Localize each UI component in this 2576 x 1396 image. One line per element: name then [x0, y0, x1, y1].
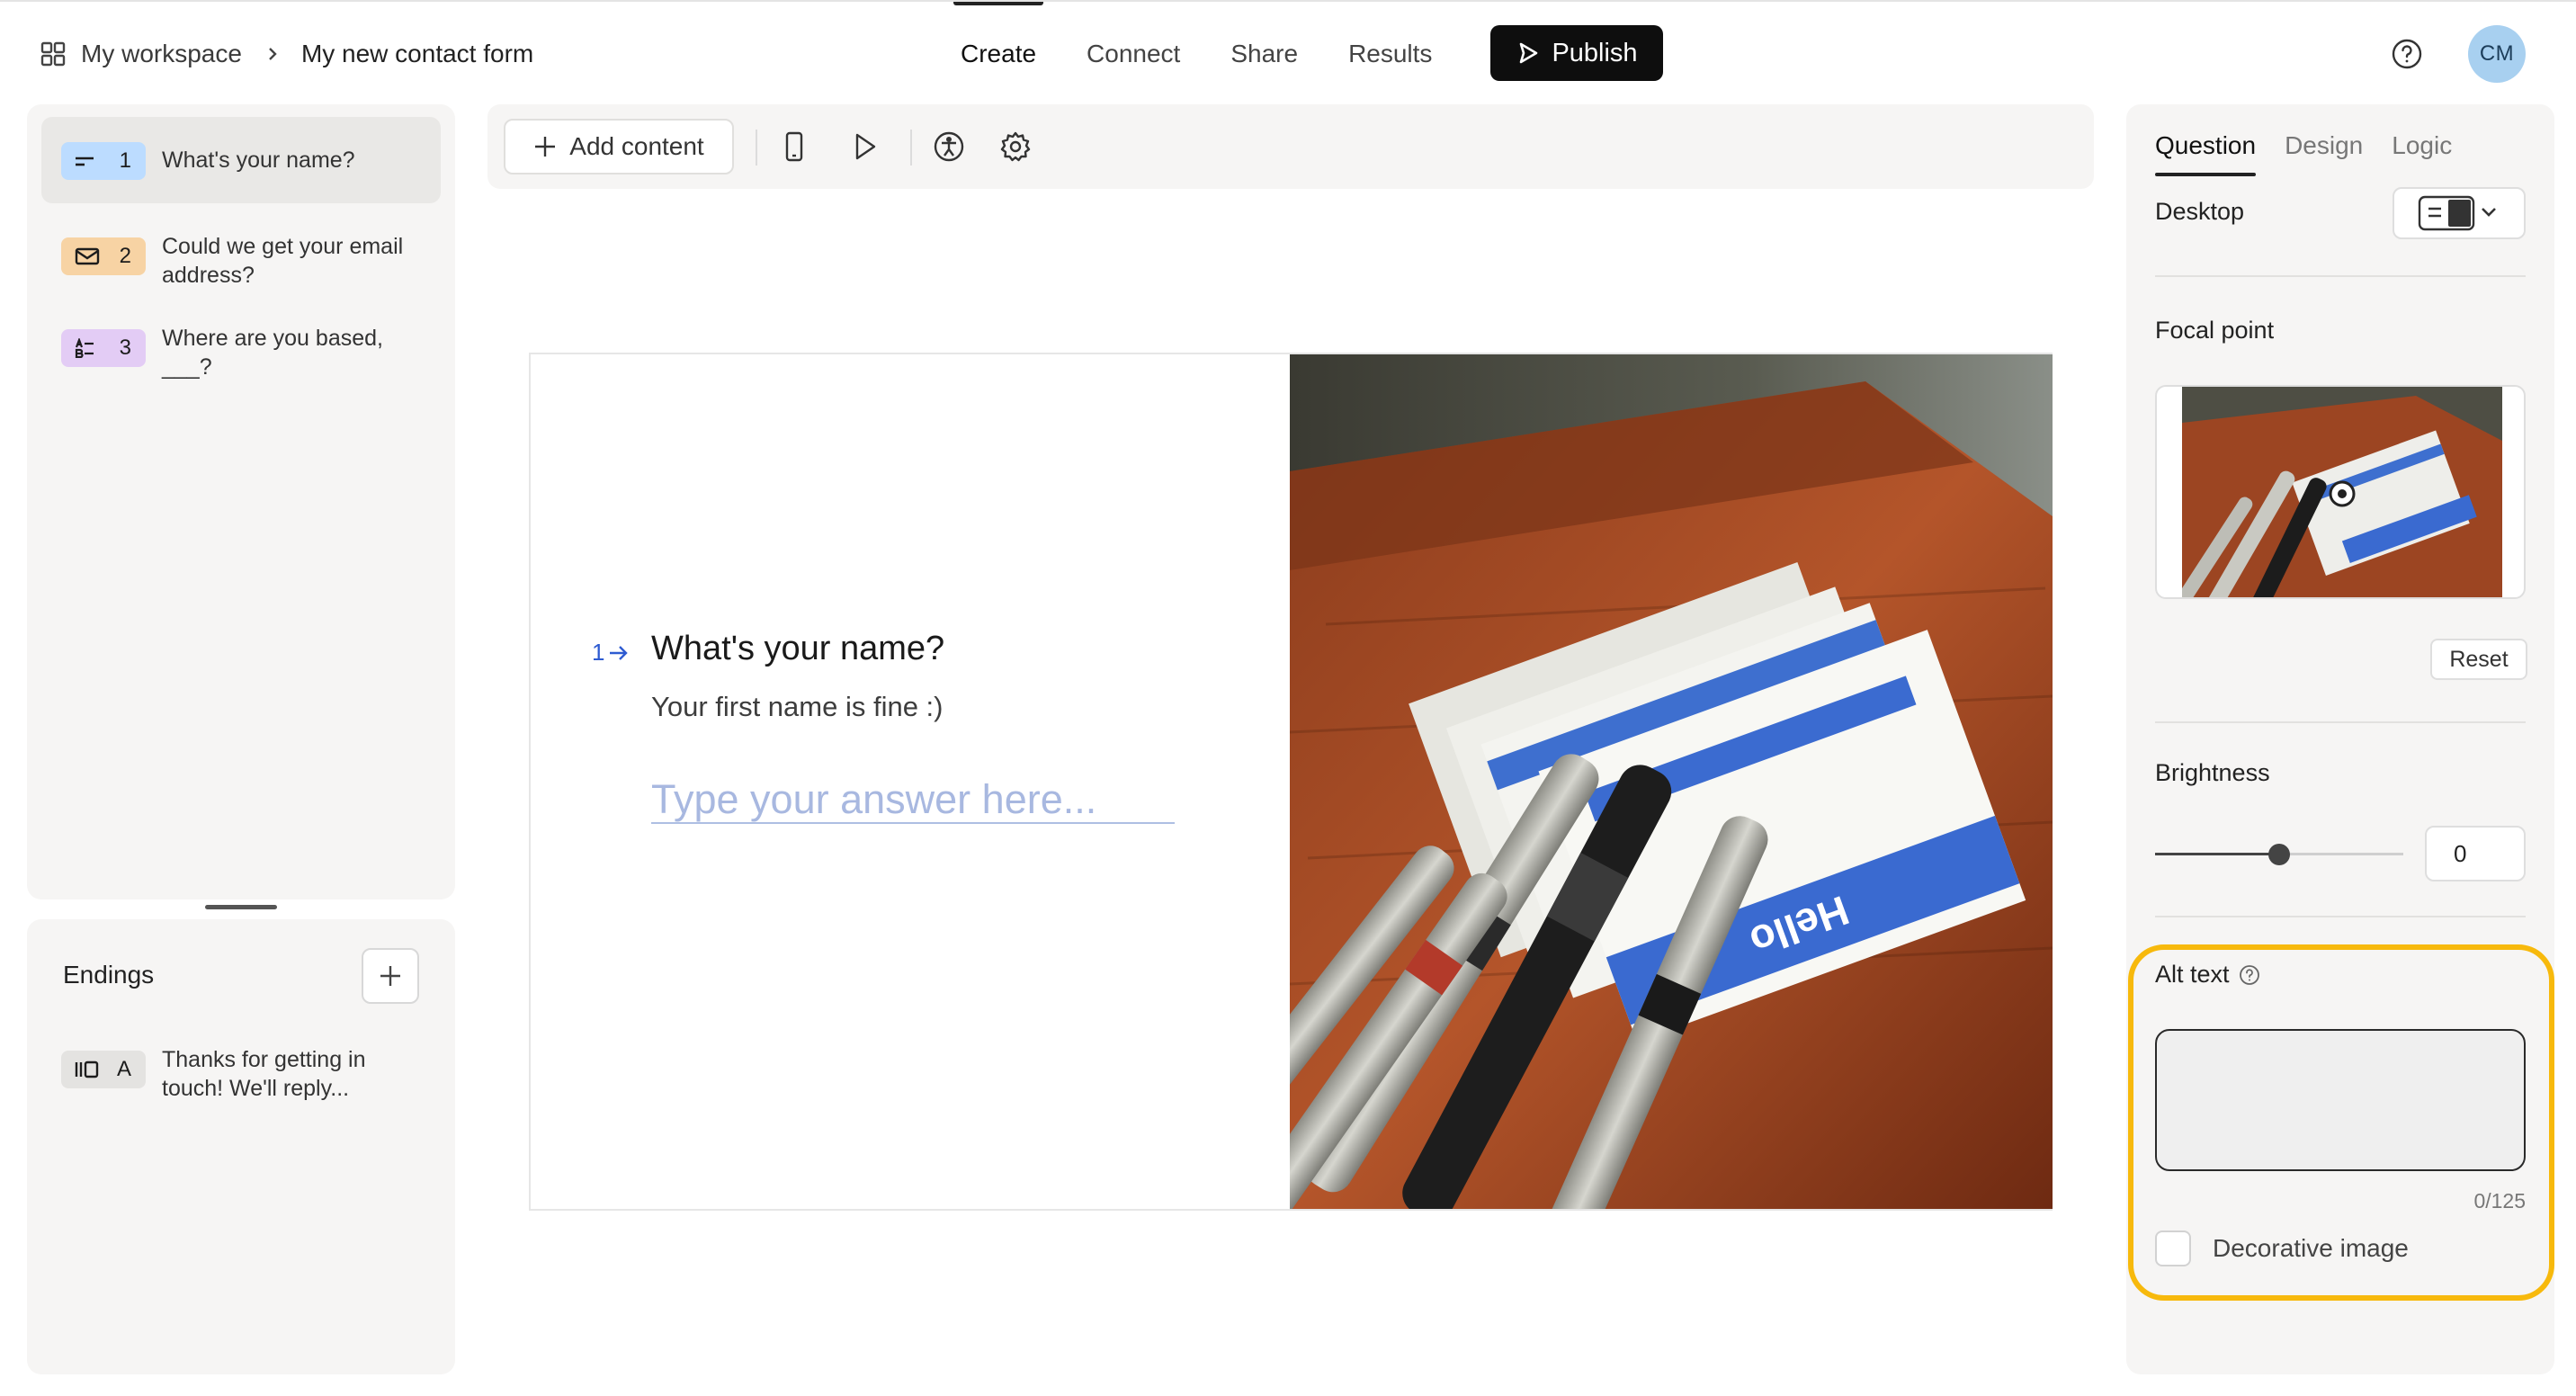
publish-label: Publish [1552, 38, 1638, 67]
mobile-preview-icon[interactable] [777, 130, 811, 164]
chevron-down-icon [2482, 208, 2496, 217]
tab-logic[interactable]: Logic [2392, 131, 2452, 176]
alt-text-input[interactable] [2155, 1029, 2526, 1171]
ending-item-a[interactable]: A Thanks for getting in touch! We'll rep… [41, 1038, 441, 1110]
play-preview-icon[interactable] [847, 130, 881, 164]
decorative-image-row[interactable]: Decorative image [2155, 1230, 2409, 1266]
endings-panel: Endings A Thanks for getting in touch! W… [27, 919, 455, 1374]
question-badge: 2 [61, 237, 146, 275]
tab-design[interactable]: Design [2285, 131, 2363, 176]
toolbar-divider [756, 130, 757, 166]
question-description[interactable]: Your first name is fine :) [651, 691, 944, 723]
tab-share[interactable]: Share [1230, 2, 1298, 106]
short-text-icon [76, 157, 94, 166]
brightness-input[interactable]: 0 [2425, 826, 2526, 881]
tab-results[interactable]: Results [1348, 2, 1432, 106]
tab-connect[interactable]: Connect [1087, 2, 1180, 106]
breadcrumb: My workspace My new contact form [40, 36, 533, 72]
section-divider [2155, 916, 2526, 917]
grid-icon[interactable] [40, 40, 67, 67]
layout-split-icon [2418, 195, 2496, 231]
breadcrumb-workspace-link[interactable]: My workspace [81, 40, 242, 68]
panel-resize-handle[interactable] [205, 905, 277, 909]
section-divider [2155, 275, 2526, 277]
mail-icon [75, 247, 100, 265]
device-label: Desktop [2155, 198, 2245, 225]
chevron-right-icon [269, 48, 277, 60]
focal-point-picker[interactable] [2155, 385, 2526, 599]
decorative-image-checkbox[interactable] [2155, 1230, 2191, 1266]
help-icon[interactable] [2239, 964, 2260, 986]
main-nav-tabs: Create Connect Share Results [953, 2, 1482, 106]
add-ending-button[interactable] [362, 948, 419, 1004]
editor-toolbar: Add content [487, 104, 2094, 189]
question-item-2[interactable]: 2 Could we get your email address? [41, 218, 441, 290]
avatar[interactable]: CM [2468, 25, 2526, 83]
layout-selector[interactable] [2393, 187, 2526, 239]
decorative-image-label: Decorative image [2213, 1234, 2409, 1262]
alt-text-counter: 0/125 [2473, 1189, 2526, 1213]
ending-text: Thanks for getting in touch! We'll reply… [162, 1047, 366, 1101]
question-text: Could we get your email address? [162, 234, 404, 288]
brightness-slider-fill [2155, 853, 2279, 855]
form-preview-canvas: 1 What's your name? Your first name is f… [529, 353, 2053, 1211]
toolbar-divider [910, 130, 912, 166]
question-text: Where are you based, ___? [162, 326, 383, 380]
reset-focal-button[interactable]: Reset [2430, 639, 2527, 680]
properties-panel: Question Design Logic Desktop Focal poin… [2126, 104, 2554, 1374]
brightness-label: Brightness [2155, 759, 2270, 786]
brightness-slider-handle[interactable] [2268, 844, 2290, 865]
play-icon [1520, 42, 1538, 64]
question-title[interactable]: What's your name? [651, 630, 944, 668]
focal-thumbnail [2182, 387, 2502, 597]
answer-input[interactable] [651, 777, 1175, 824]
question-image: Hello [1290, 354, 2053, 1209]
question-item-1[interactable]: 1 What's your name? [41, 117, 441, 203]
multiple-choice-icon [75, 338, 94, 358]
plus-icon [380, 966, 400, 986]
plus-icon [535, 137, 556, 157]
question-text: What's your name? [162, 148, 355, 173]
question-item-3[interactable]: 3 Where are you based, ___? [41, 309, 441, 381]
help-icon[interactable] [2391, 38, 2423, 70]
accessibility-icon[interactable] [932, 130, 966, 164]
gear-icon[interactable] [998, 130, 1033, 164]
publish-button[interactable]: Publish [1490, 25, 1663, 81]
question-badge: 1 [61, 142, 146, 180]
endings-title: Endings [63, 961, 155, 989]
panel-tabs: Question Design Logic [2155, 131, 2481, 176]
question-list-panel: 1 What's your name? 2 Could we get your … [27, 104, 455, 899]
alt-text-label: Alt text [2155, 961, 2260, 989]
question-number: 1 [592, 639, 630, 667]
tab-create[interactable]: Create [953, 2, 1044, 106]
ending-icon [75, 1060, 99, 1078]
ending-badge: A [61, 1051, 146, 1088]
question-badge: 3 [61, 329, 146, 367]
add-content-button[interactable]: Add content [504, 119, 734, 174]
section-divider [2155, 721, 2526, 723]
top-bar: My workspace My new contact form Create … [0, 0, 2576, 104]
arrow-right-icon [610, 645, 629, 660]
focal-point-label: Focal point [2155, 317, 2275, 344]
breadcrumb-form-title[interactable]: My new contact form [301, 40, 533, 68]
tab-question[interactable]: Question [2155, 131, 2257, 176]
